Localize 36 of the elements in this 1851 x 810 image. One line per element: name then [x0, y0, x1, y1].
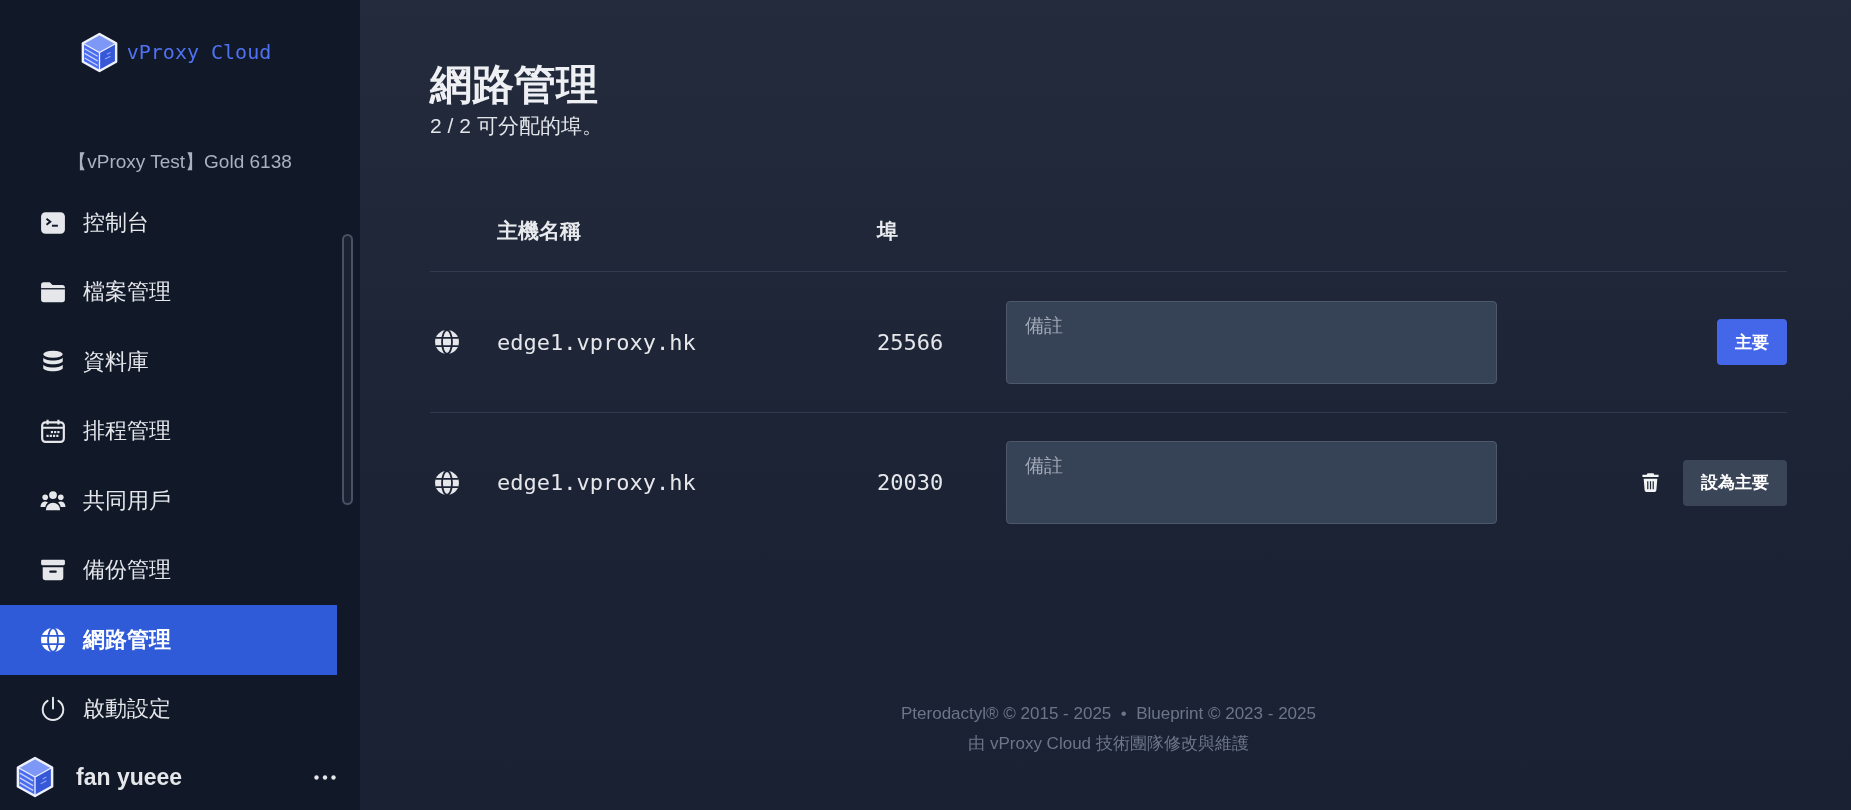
page-title: 網路管理: [430, 61, 598, 109]
globe-icon: [434, 329, 460, 355]
scrollbar-thumb[interactable]: [342, 234, 353, 505]
nav-item[interactable]: 檔案管理: [0, 257, 337, 327]
nav-item[interactable]: 啟動設定: [0, 674, 337, 744]
note-field[interactable]: 備註: [1006, 441, 1497, 524]
trash-icon[interactable]: [1642, 472, 1659, 493]
nav-item[interactable]: 網路管理: [0, 605, 337, 675]
port-number: 20030: [877, 470, 944, 495]
calendar-icon: [40, 418, 66, 445]
page-subtitle: 2 / 2 可分配的埠。: [430, 113, 603, 139]
more-icon[interactable]: [314, 774, 336, 780]
primary-button[interactable]: 主要: [1717, 319, 1787, 365]
nav-item[interactable]: 共同用戶: [0, 466, 337, 536]
column-header: 埠: [877, 217, 898, 244]
set-primary-button[interactable]: 設為主要: [1683, 459, 1787, 506]
nav-item[interactable]: 排程管理: [0, 396, 337, 466]
power-icon: [40, 696, 66, 723]
nav-item[interactable]: 備份管理: [0, 535, 337, 605]
note-field[interactable]: 備註: [1006, 300, 1497, 384]
column-header: 主機名稱: [497, 217, 581, 244]
cube-avatar-icon: [16, 756, 54, 798]
terminal-icon: [40, 209, 66, 236]
footer-text: Pterodactyl® © 2015 - 2025 • Blueprint © 2023 - 2025: [900, 703, 1317, 725]
user-name: fan yueee: [76, 763, 184, 791]
hostname: edge1.vproxy.hk: [497, 470, 696, 495]
nav-item[interactable]: 資料庫: [0, 327, 337, 397]
brand-name: vProxy Cloud: [126, 40, 272, 64]
globe-icon: [40, 626, 66, 653]
globe-icon: [434, 469, 460, 496]
server-name: 【vProxy Test】Gold 6138: [68, 151, 292, 172]
nav-item[interactable]: 控制台: [0, 188, 337, 258]
hostname: edge1.vproxy.hk: [497, 329, 696, 355]
footer-text: 由 vProxy Cloud 技術團隊修改與維護: [967, 733, 1250, 755]
cube-logo-icon: [80, 31, 118, 73]
port-number: 25566: [877, 329, 944, 355]
